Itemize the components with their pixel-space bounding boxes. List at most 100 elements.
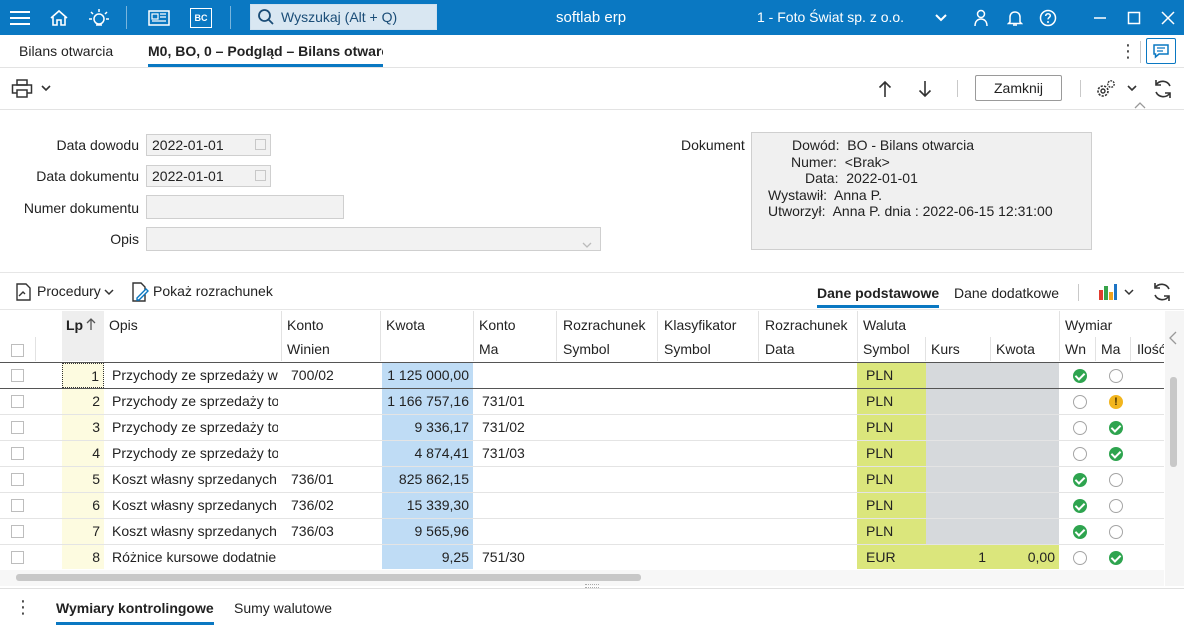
cell-waluta[interactable]: PLN (857, 389, 926, 414)
print-chevron-down-icon[interactable] (39, 81, 53, 95)
cell-ma[interactable] (482, 519, 556, 544)
row-checkbox[interactable] (11, 369, 24, 382)
header-klasyfikator[interactable]: Klasyfikator (664, 317, 736, 333)
tab-bilans-otwarcia[interactable]: Bilans otwarcia (19, 35, 113, 67)
header-klasyfikator-symbol[interactable]: Symbol (664, 341, 711, 357)
search-input[interactable]: Wyszukaj (Alt + Q) (250, 4, 437, 30)
cell-waluta[interactable]: PLN (857, 467, 926, 492)
header-lp[interactable]: Lp (66, 317, 83, 333)
row-checkbox[interactable] (11, 525, 24, 538)
cell-winien[interactable]: 736/01 (291, 467, 379, 492)
calendar-icon[interactable] (255, 170, 266, 181)
cell-lp[interactable]: 5 (62, 467, 104, 492)
chart-icon[interactable] (1096, 281, 1120, 303)
home-icon[interactable] (41, 0, 77, 35)
header-ilosc[interactable]: Ilość (1137, 341, 1164, 357)
cell-waluta[interactable]: PLN (857, 493, 926, 518)
row-checkbox[interactable] (11, 447, 24, 460)
cell-lp[interactable]: 1 (62, 363, 104, 388)
cell-kwota[interactable]: 9 565,96 (382, 519, 473, 544)
table-row[interactable]: 5 Koszt własny sprzedanych towarów 736/0… (0, 467, 1164, 493)
arrow-up-icon[interactable] (874, 77, 896, 101)
table-row[interactable]: 2 Przychody ze sprzedaży towarów 1 166 7… (0, 389, 1164, 415)
header-rozrachunek[interactable]: Rozrachunek (563, 317, 646, 333)
header-waluta-symbol[interactable]: Symbol (863, 341, 910, 357)
header-kurs[interactable]: Kurs (931, 341, 960, 357)
cell-opis[interactable]: Koszt własny sprzedanych towarów (112, 519, 278, 544)
header-opis[interactable]: Opis (109, 317, 138, 333)
cell-waluta[interactable]: PLN (857, 415, 926, 440)
cell-winien[interactable]: 736/02 (291, 493, 379, 518)
cell-kwota-waluta[interactable]: 0,00 (990, 545, 1059, 569)
company-selector[interactable]: 1 - Foto Świat sp. z o.o. (757, 0, 904, 35)
cell-lp[interactable]: 3 (62, 415, 104, 440)
maximize-icon[interactable] (1116, 0, 1152, 35)
cell-kwota[interactable]: 825 862,15 (382, 467, 473, 492)
close-icon[interactable] (1150, 0, 1184, 35)
cell-waluta[interactable]: PLN (857, 519, 926, 544)
cell-ma[interactable]: 731/01 (482, 389, 556, 414)
cell-lp[interactable]: 2 (62, 389, 104, 414)
cell-ma[interactable]: 731/03 (482, 441, 556, 466)
procedures-icon[interactable] (13, 281, 35, 303)
cell-kwota[interactable]: 9,25 (382, 545, 473, 569)
settings-gears-icon[interactable] (1095, 77, 1117, 101)
row-checkbox[interactable] (11, 473, 24, 486)
data-dowodu-field[interactable]: 2022-01-01 (146, 134, 271, 156)
header-kwota-waluta[interactable]: Kwota (996, 341, 1035, 357)
cell-waluta[interactable]: PLN (857, 441, 926, 466)
horizontal-scrollbar[interactable] (0, 570, 1164, 586)
cell-kwota[interactable]: 15 339,30 (382, 493, 473, 518)
header-waluta[interactable]: Waluta (863, 317, 906, 333)
horizontal-scroll-thumb[interactable] (16, 574, 641, 581)
collapse-chevron-up-icon[interactable] (1131, 100, 1149, 110)
vertical-scroll-thumb[interactable] (1170, 377, 1177, 467)
header-rozrachunek-data[interactable]: Rozrachunek (765, 317, 848, 333)
select-all-checkbox[interactable] (11, 344, 24, 357)
close-button[interactable]: Zamknij (975, 75, 1062, 101)
arrow-down-icon[interactable] (914, 77, 936, 101)
header-konto[interactable]: Konto (287, 317, 324, 333)
row-checkbox[interactable] (11, 499, 24, 512)
cell-lp[interactable]: 7 (62, 519, 104, 544)
data-dokumentu-field[interactable]: 2022-01-01 (146, 165, 271, 187)
calendar-icon[interactable] (255, 139, 266, 150)
cell-winien[interactable]: 700/02 (291, 363, 379, 388)
cell-lp[interactable]: 4 (62, 441, 104, 466)
header-winien[interactable]: Winien (287, 341, 330, 357)
table-row[interactable]: 7 Koszt własny sprzedanych towarów 736/0… (0, 519, 1164, 545)
cell-lp[interactable]: 8 (62, 545, 104, 569)
bc-icon[interactable]: BC (183, 0, 219, 35)
chart-chevron-down-icon[interactable] (1123, 286, 1135, 298)
cell-waluta[interactable]: PLN (857, 363, 926, 388)
bottom-more-options-icon[interactable]: ⋮ (14, 597, 32, 618)
pokaz-rozrachunek-button[interactable]: Pokaż rozrachunek (153, 283, 273, 299)
cell-opis[interactable]: Koszt własny sprzedanych towarów (112, 493, 278, 518)
header-data[interactable]: Data (765, 341, 795, 357)
cell-winien[interactable]: 736/03 (291, 519, 379, 544)
document-edit-icon[interactable] (129, 280, 151, 304)
table-row[interactable]: 4 Przychody ze sprzedaży towarów 4 874,4… (0, 441, 1164, 467)
header-wn[interactable]: Wn (1065, 341, 1086, 357)
cell-ma[interactable] (482, 493, 556, 518)
cell-kwota[interactable]: 1 125 000,00 (382, 363, 473, 388)
print-icon[interactable] (10, 77, 34, 101)
cell-opis[interactable]: Koszt własny sprzedanych towarów (112, 467, 278, 492)
header-wymiar[interactable]: Wymiar (1065, 317, 1112, 333)
header-konto-ma[interactable]: Konto (479, 317, 516, 333)
tab-dane-dodatkowe[interactable]: Dane dodatkowe (954, 285, 1059, 301)
tab-podglad[interactable]: M0, BO, 0 – Podgląd – Bilans otwarcia (148, 35, 383, 67)
tab-wymiary-kontrolingowe[interactable]: Wymiary kontrolingowe (56, 600, 214, 625)
cell-winien[interactable] (291, 545, 379, 569)
grid-refresh-icon[interactable] (1149, 279, 1175, 305)
sort-ascending-icon[interactable] (85, 317, 97, 334)
procedury-chevron-down-icon[interactable] (103, 286, 115, 298)
opis-select[interactable] (146, 227, 601, 251)
numer-dokumentu-field[interactable] (146, 195, 344, 219)
idea-bulb-icon[interactable] (81, 0, 117, 35)
minimize-icon[interactable] (1082, 0, 1118, 35)
cell-lp[interactable]: 6 (62, 493, 104, 518)
cell-ma[interactable] (482, 467, 556, 492)
cell-kurs[interactable]: 1 (926, 545, 990, 569)
bell-icon[interactable] (997, 0, 1033, 35)
